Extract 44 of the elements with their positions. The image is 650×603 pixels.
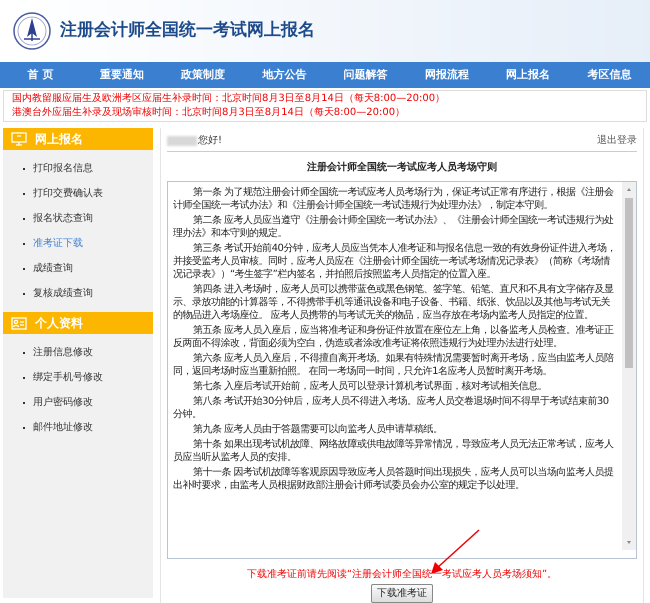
sidebar-header-title: 网上报名 (35, 131, 83, 148)
nav-link[interactable]: 重要通知 (81, 66, 162, 84)
rule-paragraph: 第十条 如果出现考试机故障、网络故障或供电故障等异常情况，导致应考人员无法正常考试，应考人员应当听从监考人员的安排。 (173, 438, 615, 464)
nav-link[interactable]: 政策制度 (162, 66, 244, 84)
nav-link[interactable]: 问题解答 (325, 66, 406, 84)
sidebar-link[interactable]: 注册信息修改 (33, 345, 93, 360)
rule-paragraph: 第五条 应考人员入座后，应当将准考证和身份证件放置在座位左上角，以备监考人员检查。准考证正反两面不得涂改，背面必须为空白，伪造或者涂改准考证将依照违规行为处理办法进行处理。 (173, 324, 615, 350)
sidebar-link[interactable]: 打印交费确认表 (33, 186, 103, 201)
rule-paragraph: 第八条 考试开始30分钟后，应考人员不得进入考场。应考人员交卷退场时间不得早于考试结束前30分钟。 (173, 395, 610, 421)
download-button[interactable]: 下载准考证 (371, 584, 433, 603)
sidebar-link[interactable]: 准考证下载 (33, 236, 83, 251)
sidebar-link[interactable]: 打印报名信息 (33, 161, 93, 176)
rule-paragraph: 第三条 考试开始前40分钟，应考人员应当凭本人准考证和与报名信息一致的有效身份证件进入考场，并接受监考人员审核。同时，应考人员应在《注册会计师全国统一考试考场情况记录表》（简称《考场情况记录表》）“考生签字”栏内签名，并拍照后按照监考人员指定的位置入座。 (173, 242, 617, 281)
rule-paragraph: 第十一条 因考试机故障等客观原因导致应考人员答题时间出现损失，应考人员可以当场向监考人员提出补时要求，由监考人员根据财政部注册会计师考试委员会办公室的规定予以处理。 (173, 466, 615, 492)
sidebar-link[interactable]: 成绩查询 (33, 261, 73, 276)
notice-text: 港澳台外应届生补录及现场审核时间：北京时间8月3日至8月14日（每天8:00—20:00） (12, 106, 406, 120)
nav-link[interactable]: 网报流程 (406, 66, 488, 84)
sidebar-link[interactable]: 报名状态查询 (33, 211, 93, 226)
monitor-icon (11, 132, 27, 146)
rule-paragraph: 第七条 入座后考试开始前，应考人员可以登录计算机考试界面，核对考试相关信息。 (192, 380, 548, 393)
rule-paragraph: 第六条 应考人员入座后，不得擅自离开考场。如果有特殊情况需要暂时离开考场，应当由监考人员陪同，返回考场时应当重新拍照。 在同一考场同一时间，只允许1名应考人员暂时离开考场。 (173, 352, 615, 378)
nav-link[interactable]: 地方公告 (244, 66, 325, 84)
notice-text: 国内教留服应届生及欧洲考区应届生补录时间：北京时间8月3日至8月14日（每天8:00—20:00） (12, 92, 446, 106)
rule-paragraph: 第四条 进入考场时，应考人员可以携带蓝色或黑色钢笔、签字笔、铅笔、直尺和不具有文字储存及显示、录放功能的计算器等，不得携带手机等通讯设备和电子设备、书籍、纸张、饮品以及其他与考试无关的物品进入考场座位。 应考人员携带的与考试无关的物品，应当存放在考场内监考人员指定的位置。 (173, 283, 615, 322)
nav-link[interactable]: 考区信息 (568, 66, 650, 84)
rules-title: 注册会计师全国统一考试应考人员考场守则 (306, 160, 498, 175)
scrollbar-drawing[interactable] (622, 182, 636, 550)
nav-link[interactable]: 首 页 (0, 66, 82, 84)
rule-paragraph: 第九条 应考人员由于答题需要可以向监考人员申请草稿纸。 (192, 423, 444, 436)
warning-text: 下载准考证前请先阅读“注册会计师全国统一考试应考人员考场须知”。 (246, 568, 558, 582)
sidebar-link[interactable]: 用户密码修改 (33, 395, 93, 410)
emblem-logo-icon (12, 11, 52, 51)
rule-paragraph: 第一条 为了规范注册会计师全国统一考试应考人员考场行为，保证考试正常有序进行，根据《注册会计师全国统一考试办法》和《注册会计师全国统一考试违规行为处理办法》，制定本守则。 (173, 186, 615, 212)
blurred-username (167, 136, 197, 146)
sidebar-header-title: 个人资料 (35, 315, 83, 332)
id-card-icon (11, 316, 27, 330)
logout-link[interactable]: 退出登录 (597, 133, 637, 148)
sidebar-link[interactable]: 复核成绩查询 (33, 286, 93, 301)
greeting-text: 您好! (198, 134, 222, 148)
nav-link[interactable]: 网上报名 (488, 66, 569, 84)
site-title: 注册会计师全国统一考试网上报名 (60, 19, 315, 42)
rule-paragraph: 第二条 应考人员应当遵守《注册会计师全国统一考试办法》、《注册会计师全国统一考试违规行为处理办法》和本守则的规定。 (173, 214, 615, 240)
sidebar-link[interactable]: 邮件地址修改 (33, 420, 93, 435)
sidebar-link[interactable]: 绑定手机号修改 (33, 370, 103, 385)
